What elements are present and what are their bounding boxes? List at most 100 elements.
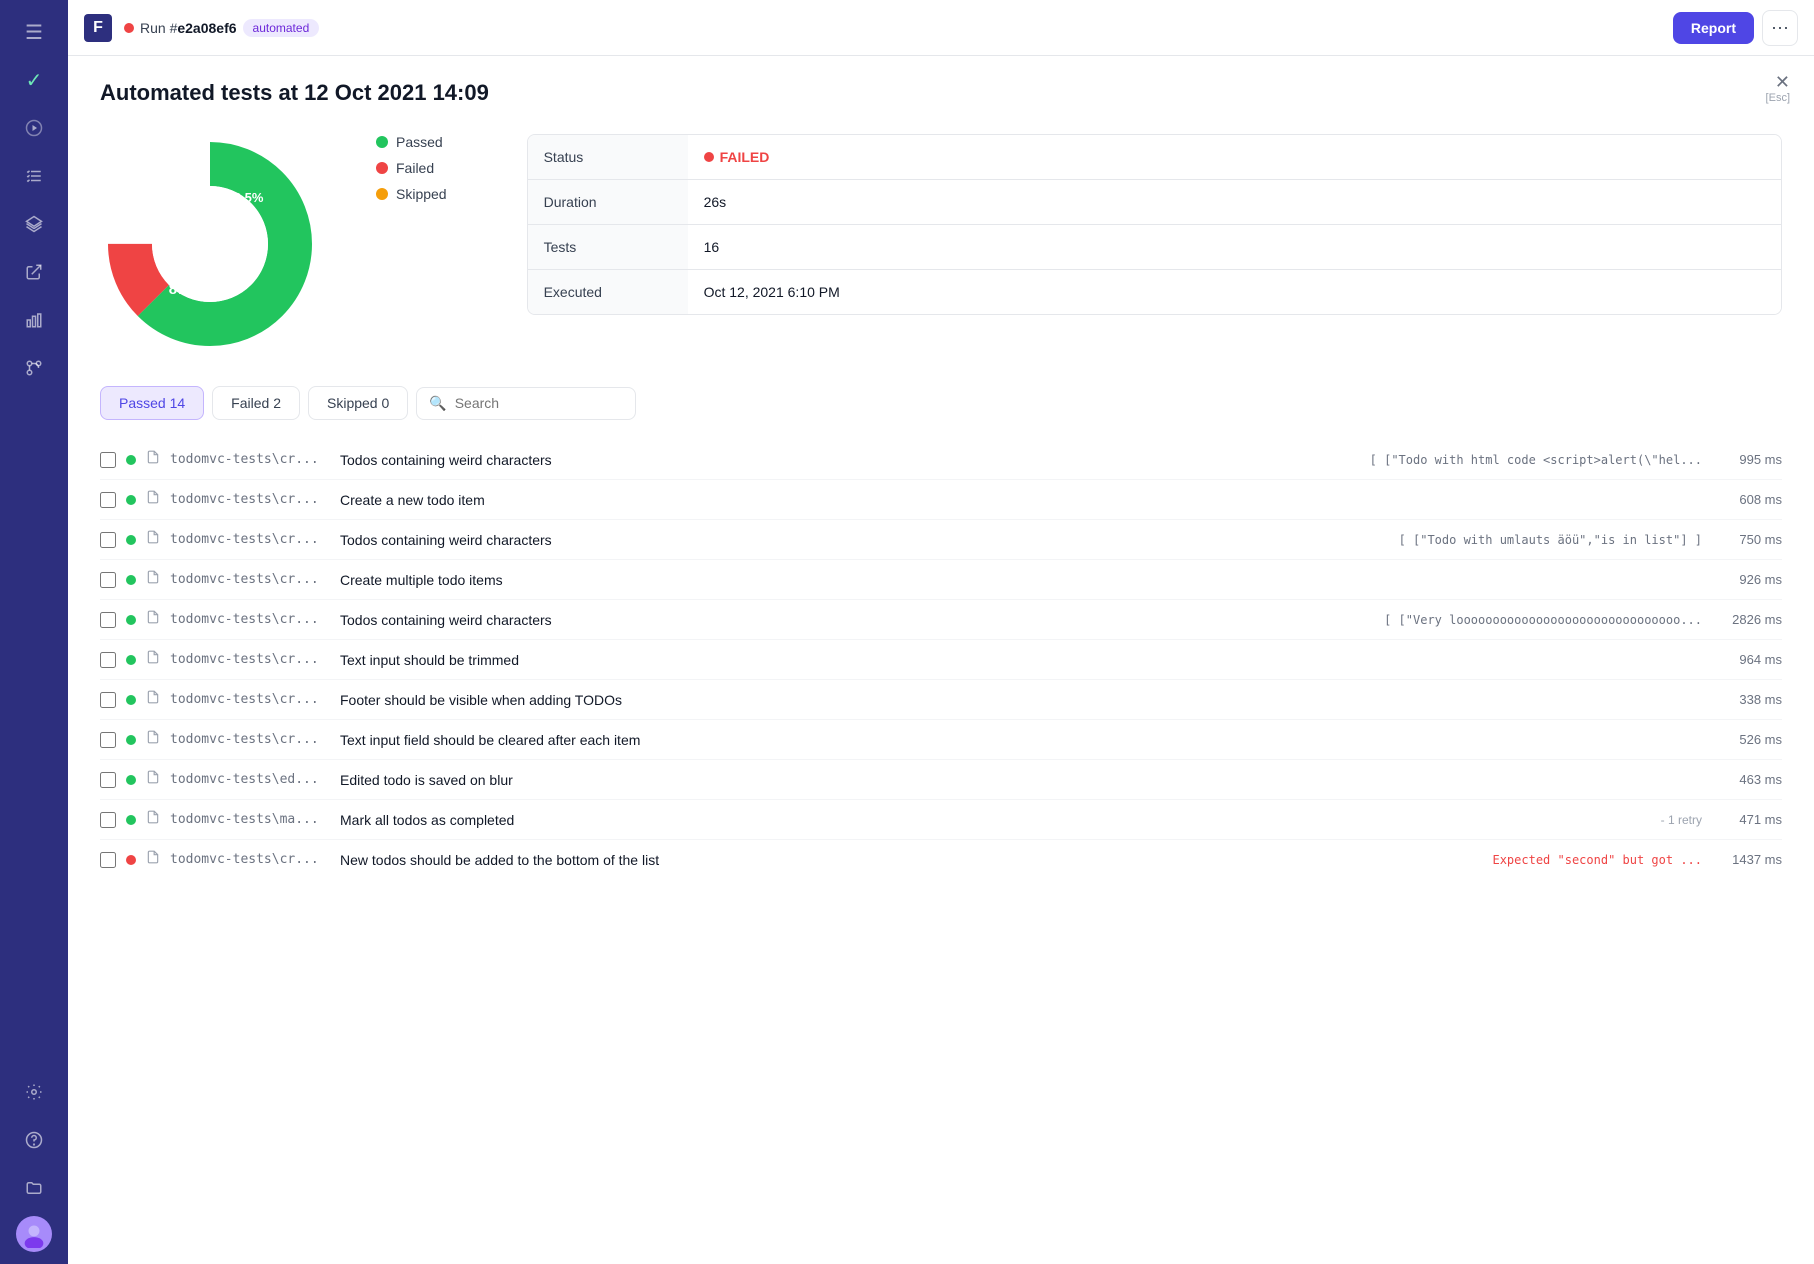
test-file-path: todomvc-tests\cr... (170, 532, 330, 547)
test-row: todomvc-tests\cr...New todos should be a… (100, 840, 1782, 879)
test-checkbox[interactable] (100, 692, 116, 708)
test-checkbox[interactable] (100, 452, 116, 468)
status-value: FAILED (688, 135, 1781, 179)
search-input[interactable] (455, 395, 615, 411)
test-file-path: todomvc-tests\cr... (170, 612, 330, 627)
test-name: Footer should be visible when adding TOD… (340, 692, 1702, 708)
legend-skipped-dot (376, 188, 388, 200)
file-icon (146, 490, 160, 509)
file-icon (146, 610, 160, 629)
test-row: todomvc-tests\cr... Text input should be … (100, 640, 1782, 680)
test-duration: 926 ms (1712, 572, 1782, 587)
test-detail: Expected "second" but got ... (1492, 853, 1702, 867)
sidebar-layers-icon[interactable] (14, 204, 54, 244)
sidebar-folder-icon[interactable] (14, 1168, 54, 1208)
file-icon (146, 730, 160, 749)
sidebar-export-icon[interactable] (14, 252, 54, 292)
test-status-dot (126, 775, 136, 785)
test-file-path: todomvc-tests\cr... (170, 652, 330, 667)
status-table: Status FAILED Duration 26s Tests 16 (527, 134, 1782, 315)
test-name: Text input should be trimmed (340, 652, 1702, 668)
file-icon (146, 530, 160, 549)
test-row: todomvc-tests\ma...Mark all todos as com… (100, 800, 1782, 840)
test-name: Create a new todo item (340, 492, 1702, 508)
sidebar-help-icon[interactable] (14, 1120, 54, 1160)
test-duration: 471 ms (1712, 812, 1782, 827)
test-checkbox[interactable] (100, 492, 116, 508)
test-name: Todos containing weird characters (340, 452, 1360, 468)
test-file-path: todomvc-tests\cr... (170, 452, 330, 467)
test-duration: 338 ms (1712, 692, 1782, 707)
filter-failed-button[interactable]: Failed 2 (212, 386, 300, 420)
more-options-button[interactable]: ··· (1762, 10, 1798, 46)
test-name: Todos containing weird characters (340, 532, 1389, 548)
status-row-status: Status FAILED (528, 135, 1781, 180)
search-box: 🔍 (416, 387, 636, 420)
test-duration: 995 ms (1712, 452, 1782, 467)
test-row: todomvc-tests\ed...Edited todo is saved … (100, 760, 1782, 800)
test-checkbox[interactable] (100, 772, 116, 788)
esc-label: [Esc] (1766, 92, 1790, 104)
duration-label: Duration (528, 180, 688, 224)
user-avatar[interactable] (16, 1216, 52, 1252)
report-button[interactable]: Report (1673, 12, 1754, 44)
test-checkbox[interactable] (100, 572, 116, 588)
file-icon (146, 690, 160, 709)
filter-row: Passed 14 Failed 2 Skipped 0 🔍 (100, 386, 1782, 420)
file-icon (146, 570, 160, 589)
chart-legend: Passed Failed Skipped (376, 134, 447, 202)
legend-skipped: Skipped (376, 186, 447, 202)
sidebar-chart-icon[interactable] (14, 300, 54, 340)
legend-passed-label: Passed (396, 134, 443, 150)
test-duration: 1437 ms (1712, 852, 1782, 867)
test-checkbox[interactable] (100, 732, 116, 748)
sidebar-settings-icon[interactable] (14, 1072, 54, 1112)
test-row: todomvc-tests\cr...Create a new todo ite… (100, 480, 1782, 520)
status-row-executed: Executed Oct 12, 2021 6:10 PM (528, 270, 1781, 314)
test-row: todomvc-tests\cr...Text input field shou… (100, 720, 1782, 760)
search-icon: 🔍 (429, 395, 446, 412)
test-checkbox[interactable] (100, 812, 116, 828)
test-name: Mark all todos as completed (340, 812, 1643, 828)
duration-value: 26s (688, 180, 1781, 224)
test-row: todomvc-tests\cr...Footer should be visi… (100, 680, 1782, 720)
sidebar-check-icon[interactable]: ✓ (14, 60, 54, 100)
test-detail: [ ["Very loooooooooooooooooooooooooooooo… (1384, 613, 1702, 627)
test-file-path: todomvc-tests\ed... (170, 772, 330, 787)
topbar-actions: Report ··· (1673, 10, 1798, 46)
test-status-dot (126, 655, 136, 665)
test-duration: 750 ms (1712, 532, 1782, 547)
main-content: F Run #e2a08ef6 automated Report ··· ✕ [… (68, 0, 1814, 1264)
test-duration: 2826 ms (1712, 612, 1782, 627)
sidebar-menu-icon[interactable]: ☰ (14, 12, 54, 52)
test-checkbox[interactable] (100, 652, 116, 668)
automated-badge: automated (243, 19, 320, 37)
page-title: Automated tests at 12 Oct 2021 14:09 (100, 80, 1782, 106)
file-icon (146, 770, 160, 789)
test-status-dot (126, 575, 136, 585)
legend-failed-label: Failed (396, 160, 434, 176)
test-checkbox[interactable] (100, 612, 116, 628)
status-row-tests: Tests 16 (528, 225, 1781, 270)
sidebar-listcheck-icon[interactable] (14, 156, 54, 196)
test-name: New todos should be added to the bottom … (340, 852, 1482, 868)
test-row: todomvc-tests\cr...Create multiple todo … (100, 560, 1782, 600)
legend-skipped-label: Skipped (396, 186, 447, 202)
test-row: todomvc-tests\cr... Todos containing weir… (100, 440, 1782, 480)
sidebar-play-icon[interactable] (14, 108, 54, 148)
tests-label: Tests (528, 225, 688, 269)
filter-passed-button[interactable]: Passed 14 (100, 386, 204, 420)
file-icon (146, 650, 160, 669)
sidebar: ☰ ✓ (0, 0, 68, 1264)
test-checkbox[interactable] (100, 852, 116, 868)
test-checkbox[interactable] (100, 532, 116, 548)
sidebar-git-icon[interactable] (14, 348, 54, 388)
legend-passed-dot (376, 136, 388, 148)
close-button[interactable]: ✕ (1775, 72, 1790, 93)
legend-passed: Passed (376, 134, 447, 150)
test-duration: 964 ms (1712, 652, 1782, 667)
run-indicator: Run #e2a08ef6 automated (124, 19, 319, 37)
test-status-dot (126, 815, 136, 825)
filter-skipped-button[interactable]: Skipped 0 (308, 386, 408, 420)
retry-label: - 1 retry (1661, 813, 1702, 827)
